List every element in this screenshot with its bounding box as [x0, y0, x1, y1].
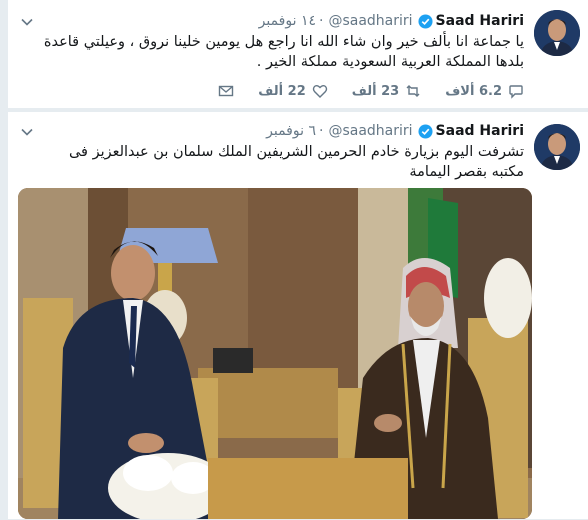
- reply-count: 6.2 ألاف: [445, 83, 502, 99]
- verified-badge-icon: [418, 13, 433, 29]
- like-count: 22 ألف: [258, 83, 306, 99]
- reply-icon: [509, 85, 523, 99]
- photo-meeting-image: [18, 188, 532, 519]
- avatar[interactable]: [534, 124, 580, 170]
- author-name[interactable]: Saad Hariri: [436, 13, 524, 29]
- tweet-2[interactable]: Saad Hariri @saadhariri · ٦ نوفمبر تشرفت…: [8, 112, 588, 520]
- tweet-text: تشرفت اليوم بزيارة خادم الحرمين الشريفين…: [68, 144, 524, 180]
- retweet-button[interactable]: 23 ألف: [346, 83, 421, 99]
- separator-dot: ·: [319, 13, 324, 29]
- author-name[interactable]: Saad Hariri: [436, 123, 524, 139]
- separator-dot: ·: [319, 123, 324, 139]
- tweet-timestamp[interactable]: ١٤ نوفمبر: [259, 13, 316, 29]
- envelope-icon: [219, 85, 234, 97]
- chevron-down-icon[interactable]: [20, 125, 34, 139]
- author-handle[interactable]: @saadhariri: [328, 123, 412, 139]
- like-button[interactable]: 22 ألف: [252, 83, 327, 99]
- tweet-header: Saad Hariri @saadhariri · ٦ نوفمبر: [266, 121, 524, 141]
- tweet-text: يا جماعة انا بألف خير وان شاء الله انا ر…: [43, 34, 524, 70]
- dm-button[interactable]: [218, 83, 234, 99]
- heart-icon: [312, 85, 327, 98]
- tweet-1[interactable]: Saad Hariri @saadhariri · ١٤ نوفمبر يا ج…: [8, 0, 588, 109]
- tweet-timestamp[interactable]: ٦ نوفمبر: [266, 123, 316, 139]
- tweet-header: Saad Hariri @saadhariri · ١٤ نوفمبر: [259, 11, 524, 31]
- retweet-icon: [406, 85, 420, 97]
- verified-badge-icon: [418, 123, 433, 139]
- tweet-photo[interactable]: [18, 188, 532, 519]
- tweet-actions: 6.2 ألاف 23 ألف 22 ألف: [200, 83, 524, 99]
- retweet-count: 23 ألف: [351, 83, 400, 99]
- avatar[interactable]: [534, 10, 580, 56]
- chevron-down-icon[interactable]: [20, 15, 34, 29]
- reply-button[interactable]: 6.2 ألاف: [439, 83, 524, 99]
- author-handle[interactable]: @saadhariri: [328, 13, 412, 29]
